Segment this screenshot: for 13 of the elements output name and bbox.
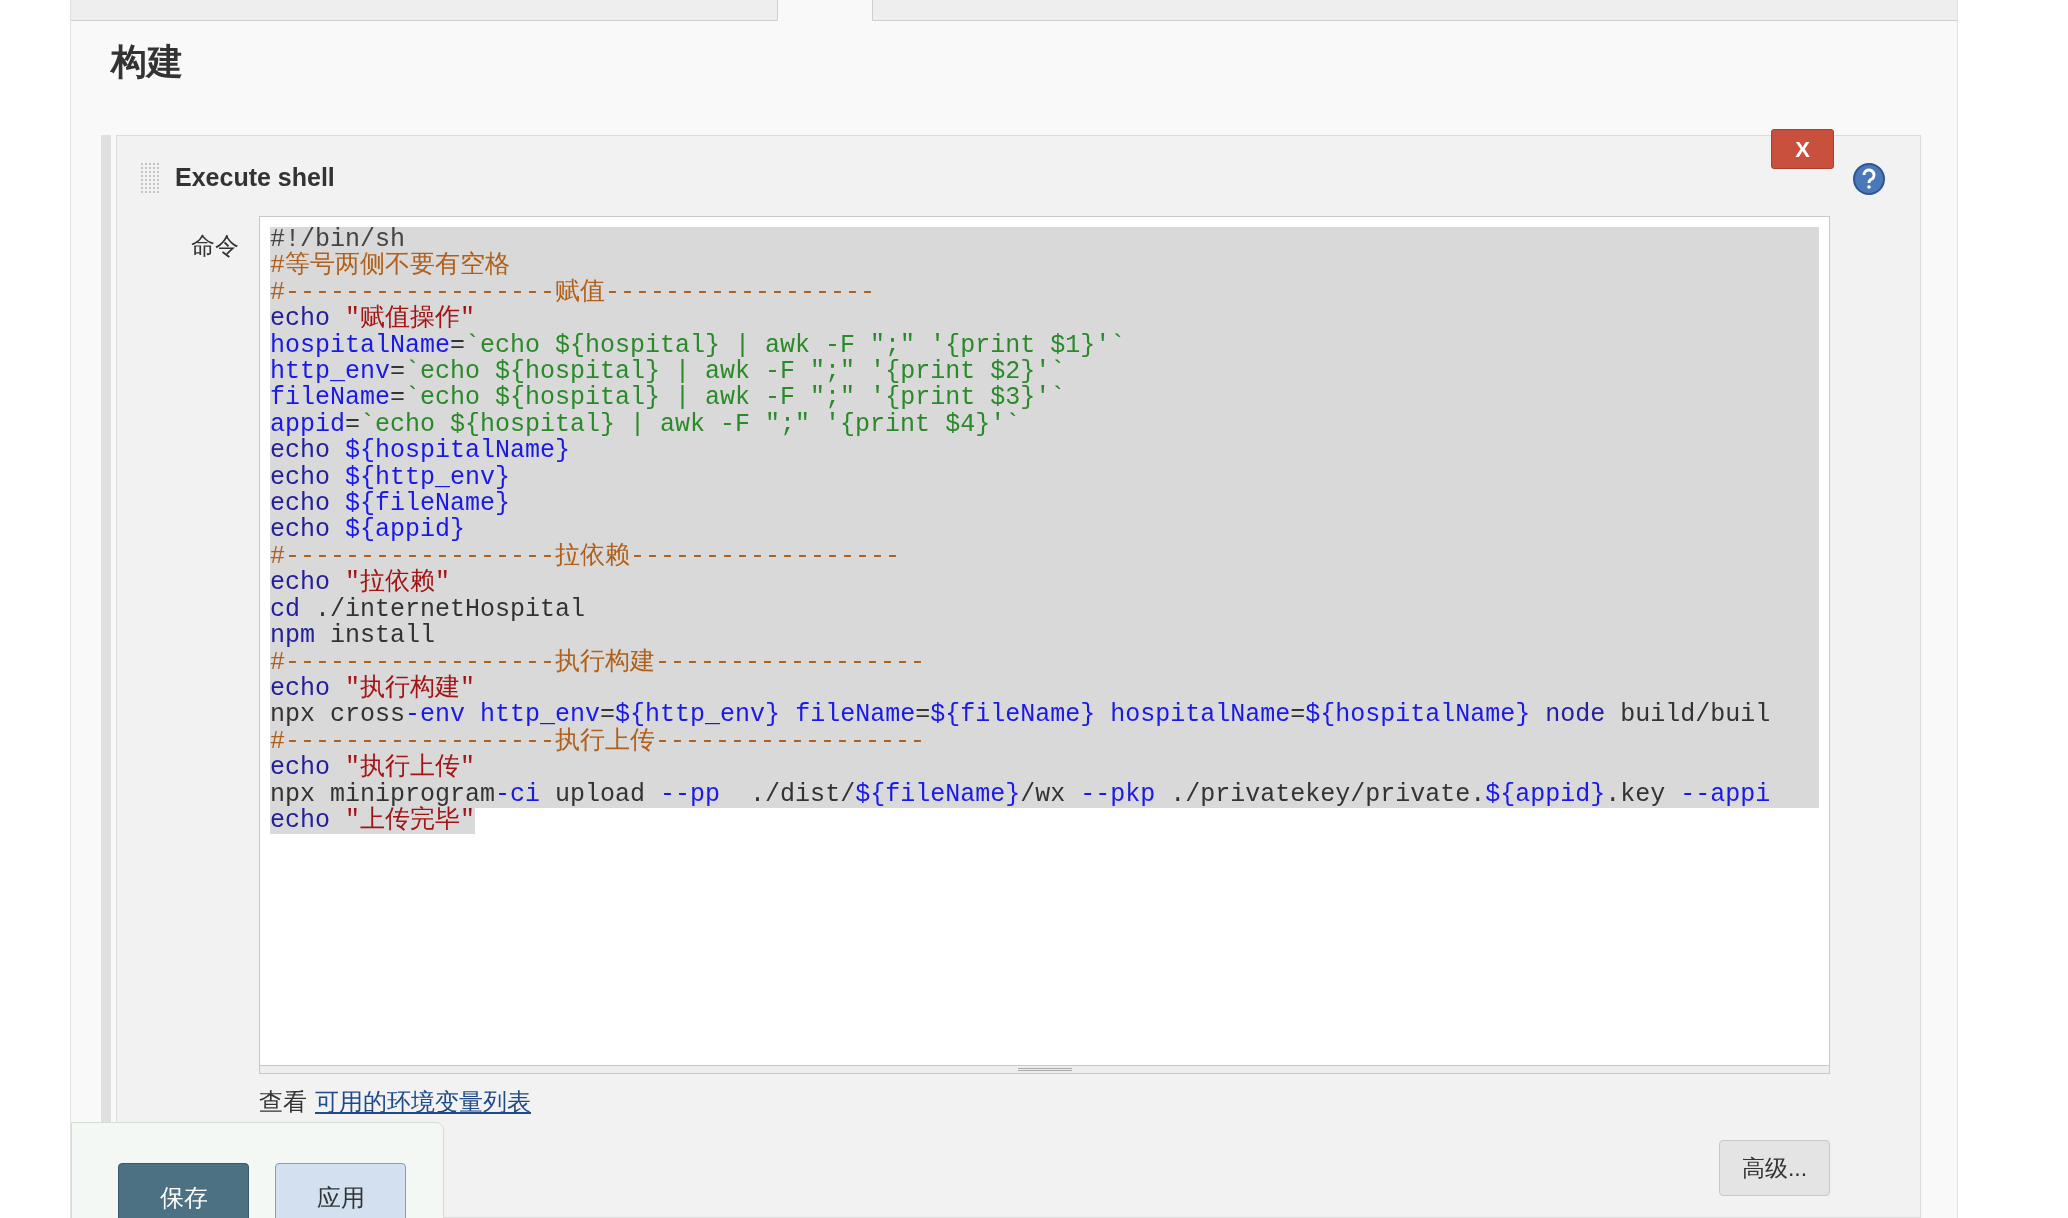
env-vars-link[interactable]: 可用的环境变量列表: [315, 1084, 531, 1120]
field-label: 命令: [190, 231, 240, 261]
help-icon[interactable]: [1852, 162, 1886, 196]
drag-handle-icon[interactable]: [141, 163, 159, 193]
save-button[interactable]: 保存: [118, 1163, 249, 1218]
delete-button[interactable]: X: [1771, 129, 1834, 169]
step-title: Execute shell: [175, 162, 335, 194]
section-heading: 构建: [111, 40, 184, 84]
code-editor[interactable]: [259, 216, 1830, 1066]
apply-button[interactable]: 应用: [275, 1163, 406, 1218]
resize-handle[interactable]: [259, 1066, 1830, 1074]
hint-text: 查看: [259, 1087, 307, 1117]
advanced-button[interactable]: 高级...: [1719, 1140, 1830, 1196]
